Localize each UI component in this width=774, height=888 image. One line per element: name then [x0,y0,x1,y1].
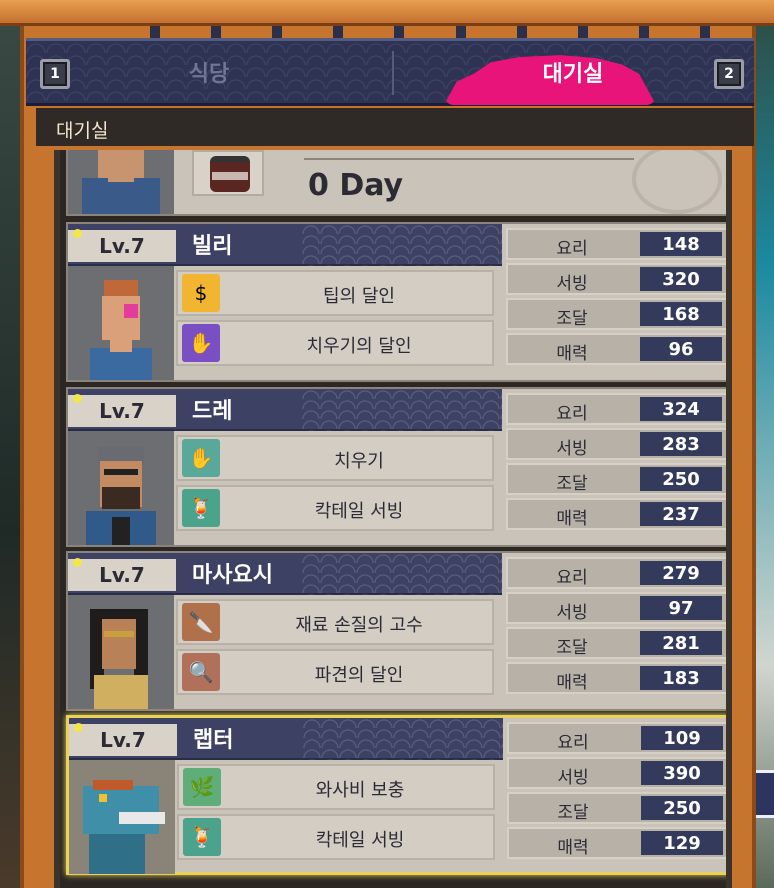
stat-value: 281 [640,631,722,655]
stat-label: 조달 [556,638,588,658]
stat-value: 183 [640,666,722,690]
character-portrait [69,760,175,874]
status-dot-icon [73,229,82,238]
skill-name: 파견의 달인 [314,665,404,686]
stat-label: 요리 [556,404,588,424]
skill-slot[interactable]: 🌿 와사비 보충 [177,764,495,810]
stat-label: 조달 [556,474,588,494]
skill-name: 칵테일 서빙 [315,830,405,851]
character-card[interactable]: Lv.7 빌리 $ 팁의 달인 ✋ 치우기의 달인 요리 148 서빙 320 … [66,222,726,382]
stat-value: 168 [640,302,722,326]
character-name: 드레 [192,399,233,424]
key-hint-right: 2 [714,59,744,89]
character-portrait [68,595,174,709]
character-card[interactable]: Lv.7 드레 ✋ 치우기 🍹 칵테일 서빙 요리 324 서빙 283 조달 … [66,387,726,547]
level-badge: Lv.7 [69,724,177,756]
skill-slot[interactable]: 🔪 재료 손질의 고수 [176,599,494,645]
stat-value: 237 [640,502,722,526]
stat-value: 390 [641,761,723,785]
skill-slot[interactable]: ✋ 치우기의 달인 [176,320,494,366]
skill-name: 와사비 보충 [315,780,405,801]
stat-label: 서빙 [556,439,588,459]
stat-value: 283 [640,432,722,456]
skill-name: 재료 손질의 고수 [295,615,423,636]
stat-value: 250 [640,467,722,491]
character-card[interactable]: Lv.7 마사요시 🔪 재료 손질의 고수 🔍 파견의 달인 요리 279 서빙… [66,551,726,711]
stats-panel: 요리 109 서빙 390 조달 250 매력 129 [507,722,726,862]
knife-board-icon: 🔪 [182,603,220,641]
stat-label: 조달 [557,803,589,823]
stat-label: 요리 [556,568,588,588]
character-name: 마사요시 [192,563,273,588]
stat-label: 매력 [557,838,589,858]
skill-name: 치우기 [334,451,384,472]
skill-name: 치우기의 달인 [306,336,412,357]
skill-slot[interactable]: $ 팁의 달인 [176,270,494,316]
stat-value: 96 [640,337,722,361]
tab-waiting-room-label: 대기실 [542,62,604,87]
bancho-stamp-icon [632,150,722,214]
stat-label: 요리 [557,733,589,753]
stats-panel: 요리 279 서빙 97 조달 281 매력 183 [506,557,726,697]
cleaning-hand-icon: ✋ [182,324,220,362]
tab-bar: 1 식당 대기실 2 [26,38,754,106]
divider-line [304,158,634,160]
stat-label: 서빙 [557,768,589,788]
skill-slot[interactable]: 🍹 칵테일 서빙 [176,485,494,531]
stats-panel: 요리 324 서빙 283 조달 250 매력 237 [506,393,726,533]
character-portrait [68,431,174,545]
stat-value: 129 [641,831,723,855]
item-slot[interactable] [192,150,264,196]
stat-label: 매력 [556,509,588,529]
cocktail-icon: 🍹 [183,818,221,856]
stat-value: 279 [640,561,722,585]
stats-panel: 요리 148 서빙 320 조달 168 매력 96 [506,228,726,368]
skill-name: 팁의 달인 [323,286,395,307]
level-badge: Lv.7 [68,230,176,262]
character-name: 랩터 [193,728,234,753]
cocktail-icon: 🍹 [182,489,220,527]
stat-label: 조달 [556,309,588,329]
stat-value: 148 [640,232,722,256]
status-dot-icon [73,558,82,567]
stat-label: 서빙 [556,603,588,623]
tab-restaurant[interactable]: 식당 [26,41,392,103]
stat-value: 109 [641,726,723,750]
skill-slot[interactable]: 🍹 칵테일 서빙 [177,814,495,860]
stat-value: 324 [640,397,722,421]
stat-label: 매력 [556,344,588,364]
skill-name: 칵테일 서빙 [314,501,404,522]
character-card-partial[interactable]: 0 Day [66,150,726,216]
character-portrait [68,150,174,214]
status-dot-icon [73,394,82,403]
tab-restaurant-label: 식당 [188,62,230,87]
character-card-selected[interactable]: Lv.7 랩터 🌿 와사비 보충 🍹 칵테일 서빙 요리 109 서빙 390 … [66,715,726,875]
stat-value: 250 [641,796,723,820]
section-title: 대기실 [36,108,754,146]
coin-icon: $ [182,274,220,312]
stat-label: 요리 [556,239,588,259]
stat-value: 320 [640,267,722,291]
frame-top-slots [150,26,710,38]
cleaning-hand-icon: ✋ [182,439,220,477]
magnifier-icon: 🔍 [182,653,220,691]
level-badge: Lv.7 [68,395,176,427]
character-list[interactable]: 0 Day Lv.7 빌리 $ 팁의 달인 ✋ 치우기의 달인 요리 148 서… [54,150,732,888]
jar-item-icon [210,156,250,192]
skill-slot[interactable]: 🔍 파견의 달인 [176,649,494,695]
character-portrait [68,266,174,380]
stat-value: 97 [640,596,722,620]
day-counter: 0 Day [308,168,404,203]
stat-label: 서빙 [556,274,588,294]
level-badge: Lv.7 [68,559,176,591]
frame-top-beam [0,0,774,26]
tab-waiting-room[interactable]: 대기실 [392,41,754,103]
status-dot-icon [74,723,83,732]
wasabi-icon: 🌿 [183,768,221,806]
character-name: 빌리 [192,234,233,259]
skill-slot[interactable]: ✋ 치우기 [176,435,494,481]
stat-label: 매력 [556,673,588,693]
